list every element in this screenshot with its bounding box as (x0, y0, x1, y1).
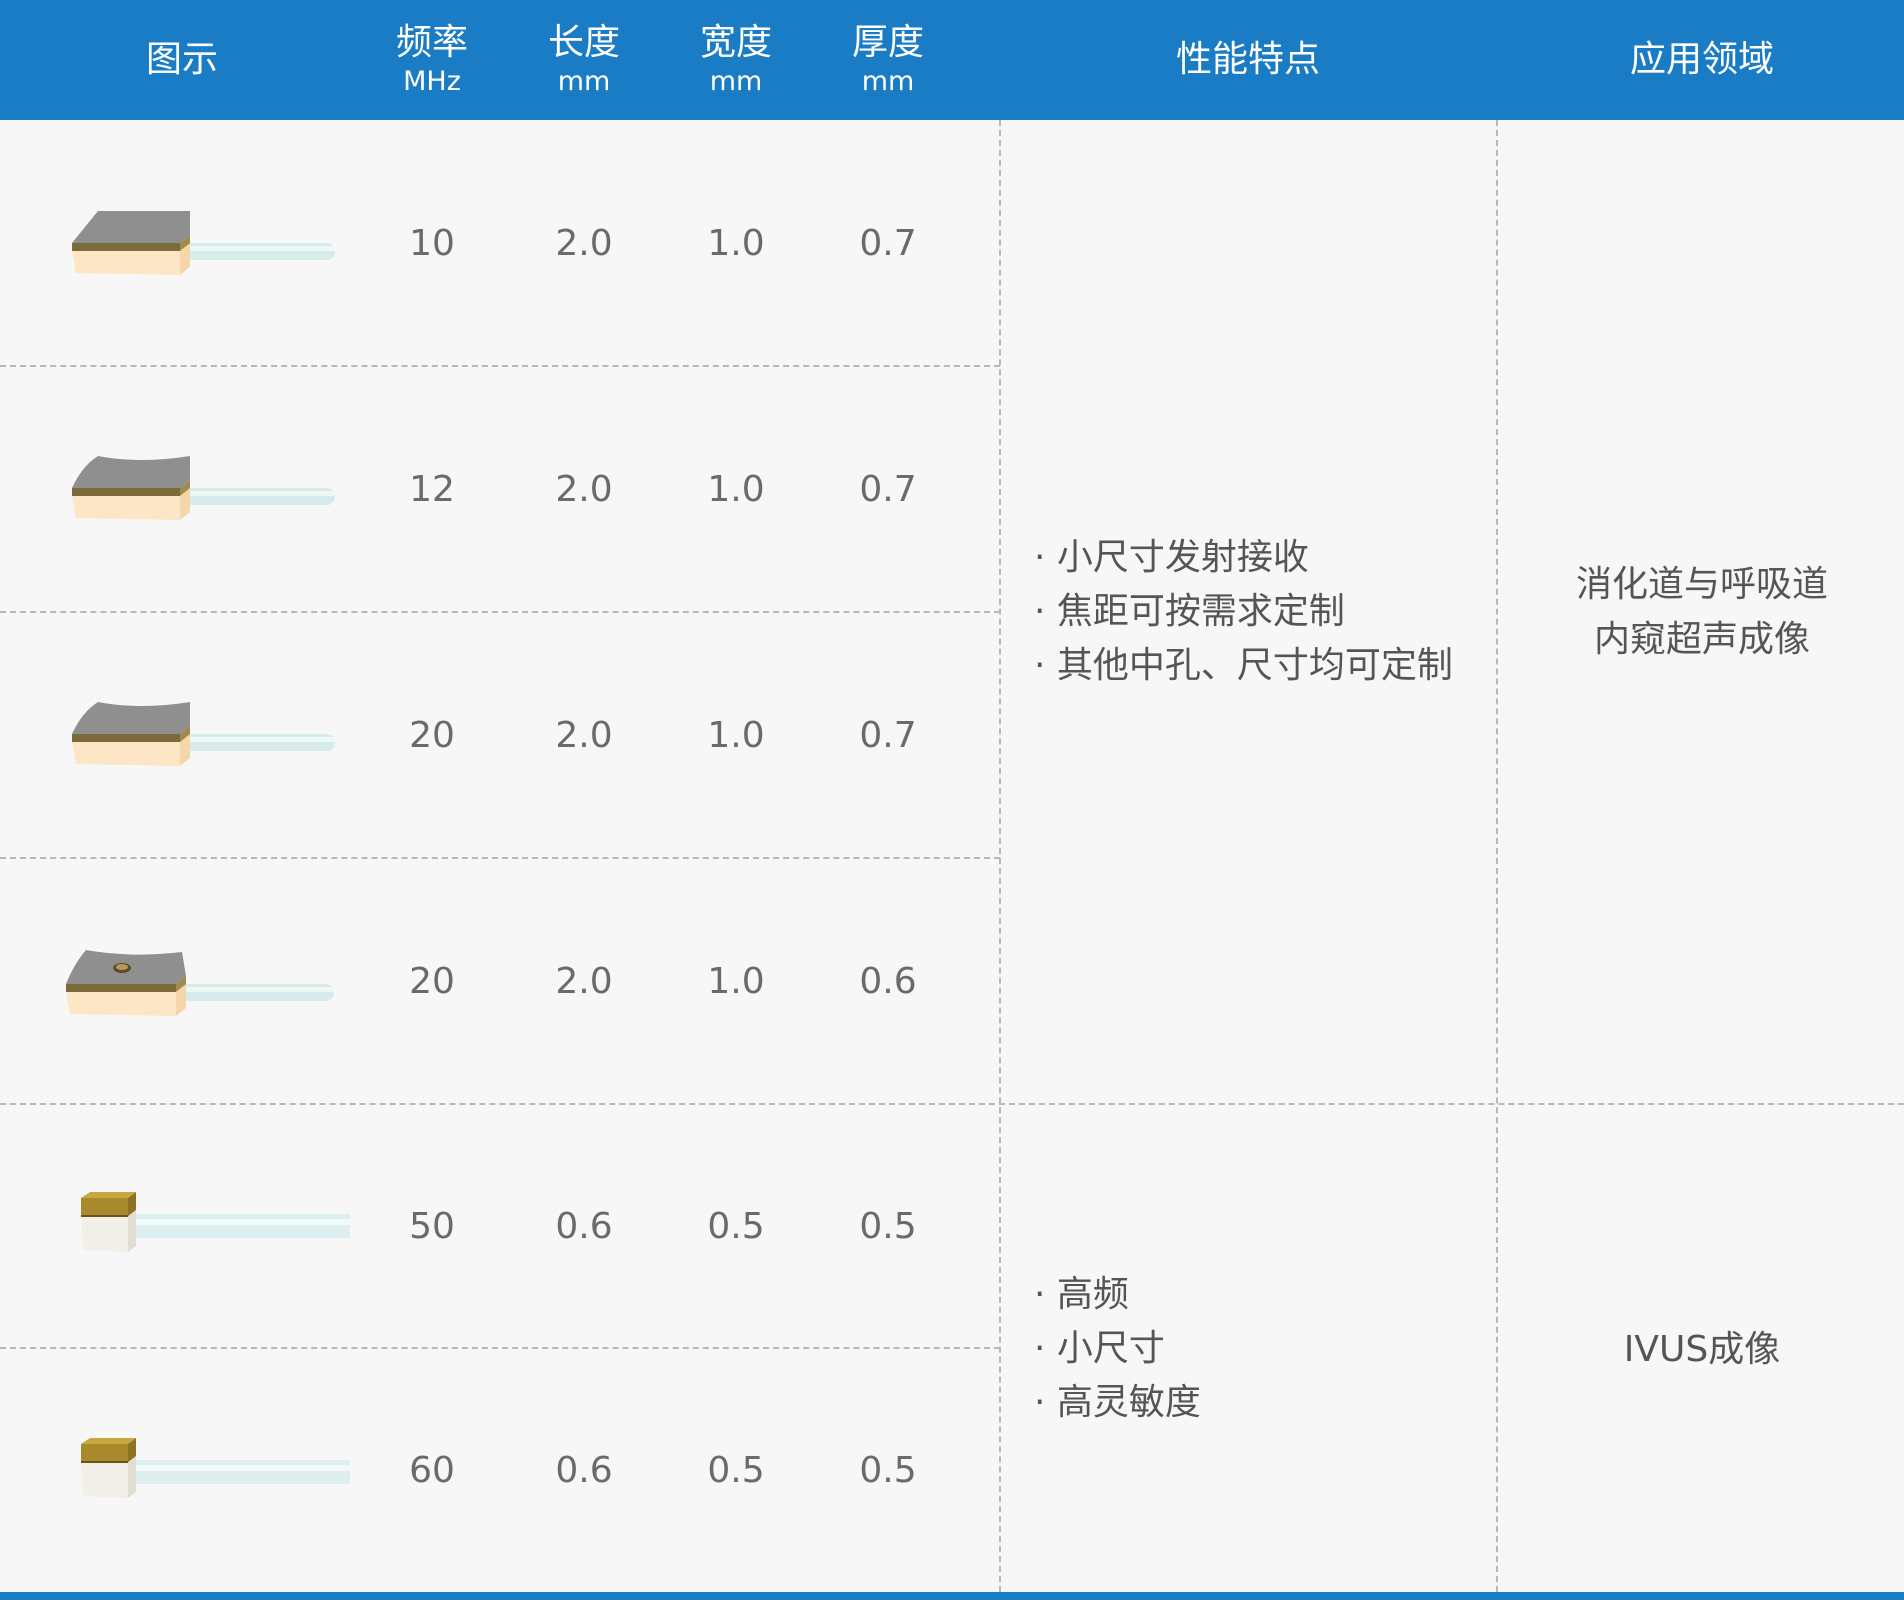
thickness-cell: 0.7 (859, 468, 917, 510)
application-text: 消化道与呼吸道 内窥超声成像 (1500, 557, 1904, 667)
table-bottom-bar (0, 1592, 1904, 1600)
width-cell: 1.0 (707, 960, 765, 1002)
application-line: IVUS成像 (1623, 1329, 1781, 1370)
application-text: IVUS成像 (1500, 1322, 1904, 1377)
frequency-cell: 20 (409, 714, 455, 756)
length-cell: 2.0 (555, 223, 613, 264)
thickness-cell: 0.6 (859, 960, 917, 1002)
header-features-label: 性能特点 (1175, 39, 1320, 80)
column-divider (999, 120, 1001, 1592)
header-frequency-label: 频率 (395, 22, 468, 63)
length-cell: 2.0 (555, 468, 613, 510)
header-features: 性能特点 (1000, 0, 1496, 120)
header-frequency-unit: MHz (403, 66, 461, 97)
thickness-cell: 0.7 (859, 714, 917, 756)
thickness-cell: 0.7 (859, 223, 917, 264)
feature-item: 其他中孔、尺寸均可定制 (1034, 639, 1453, 693)
header-application: 应用领域 (1500, 0, 1904, 120)
column-divider (1496, 120, 1498, 1592)
mini-gold-transducer-icon (81, 1192, 350, 1252)
header-length: 长度 mm (516, 0, 652, 120)
frequency-cell: 60 (409, 1450, 455, 1491)
application-line: 消化道与呼吸道 (1575, 564, 1828, 605)
header-length-label: 长度 (547, 22, 620, 63)
width-cell: 1.0 (707, 468, 765, 510)
thickness-cell: 0.5 (859, 1450, 917, 1491)
features-list: 高频 小尺寸 高灵敏度 (1034, 1268, 1201, 1430)
width-cell: 1.0 (707, 223, 765, 264)
header-width-unit: mm (709, 66, 763, 97)
rectangular-transducer-with-hole-icon (66, 950, 334, 1016)
table-header: 图示 频率 MHz 长度 mm 宽度 mm 厚度 mm 性能特点 应用领域 (0, 0, 1904, 120)
header-thickness: 厚度 mm (820, 0, 956, 120)
width-cell: 1.0 (707, 714, 765, 756)
feature-item: 高频 (1034, 1268, 1201, 1322)
application-line: 内窥超声成像 (1593, 619, 1810, 660)
frequency-cell: 20 (409, 960, 455, 1002)
frequency-cell: 50 (409, 1205, 455, 1247)
width-cell: 0.5 (707, 1450, 765, 1491)
header-application-label: 应用领域 (1629, 39, 1774, 80)
header-thickness-unit: mm (861, 66, 915, 97)
header-thickness-label: 厚度 (851, 22, 924, 63)
thickness-cell: 0.5 (859, 1205, 917, 1247)
length-cell: 2.0 (555, 960, 613, 1002)
rectangular-transducer-icon (72, 456, 335, 520)
header-width: 宽度 mm (668, 0, 804, 120)
product-spec-table: 图示 频率 MHz 长度 mm 宽度 mm 厚度 mm 性能特点 应用领域 10… (0, 0, 1904, 1600)
feature-item: 小尺寸 (1034, 1322, 1201, 1376)
feature-item: 焦距可按需求定制 (1034, 585, 1453, 639)
header-frequency: 频率 MHz (364, 0, 500, 120)
header-image-label: 图示 (145, 39, 218, 80)
feature-item: 小尺寸发射接收 (1034, 531, 1453, 585)
feature-item: 高灵敏度 (1034, 1376, 1201, 1430)
frequency-cell: 12 (409, 468, 455, 510)
header-image: 图示 (0, 0, 364, 120)
width-cell: 0.5 (707, 1205, 765, 1247)
length-cell: 2.0 (555, 714, 613, 756)
header-length-unit: mm (557, 66, 611, 97)
rectangular-transducer-icon (72, 211, 335, 275)
header-width-label: 宽度 (699, 22, 772, 63)
frequency-cell: 10 (409, 223, 455, 264)
rectangular-transducer-icon (72, 702, 335, 766)
mini-gold-transducer-icon (81, 1438, 350, 1498)
length-cell: 0.6 (555, 1450, 613, 1491)
length-cell: 0.6 (555, 1205, 613, 1247)
features-list: 小尺寸发射接收 焦距可按需求定制 其他中孔、尺寸均可定制 (1034, 531, 1453, 693)
